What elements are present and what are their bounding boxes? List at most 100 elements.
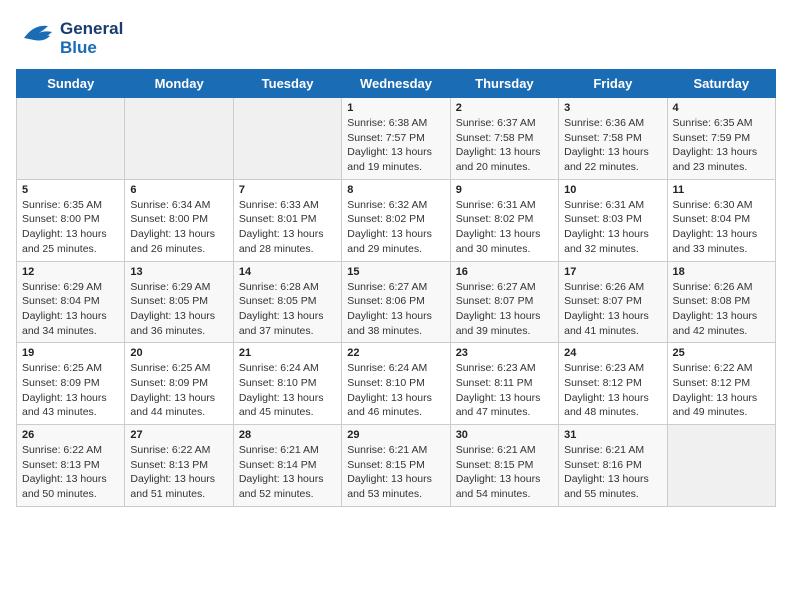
day-number: 20 [130, 347, 227, 359]
day-number: 5 [22, 184, 119, 196]
day-number: 9 [456, 184, 553, 196]
day-info: Sunrise: 6:21 AM Sunset: 8:15 PM Dayligh… [456, 443, 553, 502]
col-sunday: Sunday [17, 70, 125, 98]
calendar-header: Sunday Monday Tuesday Wednesday Thursday… [17, 70, 776, 98]
calendar-cell [125, 98, 233, 180]
calendar-cell: 28 Sunrise: 6:21 AM Sunset: 8:14 PM Dayli… [233, 425, 341, 507]
day-info: Sunrise: 6:37 AM Sunset: 7:58 PM Dayligh… [456, 116, 553, 175]
calendar-cell: 24 Sunrise: 6:23 AM Sunset: 8:12 PM Dayli… [559, 343, 667, 425]
day-info: Sunrise: 6:21 AM Sunset: 8:15 PM Dayligh… [347, 443, 444, 502]
calendar-body: 1 Sunrise: 6:38 AM Sunset: 7:57 PM Daylig… [17, 98, 776, 507]
day-number: 14 [239, 266, 336, 278]
logo-text-blue: Blue [60, 39, 123, 58]
calendar-cell: 20 Sunrise: 6:25 AM Sunset: 8:09 PM Dayli… [125, 343, 233, 425]
logo-text-general: General [60, 20, 123, 39]
day-info: Sunrise: 6:23 AM Sunset: 8:12 PM Dayligh… [564, 361, 661, 420]
logo-icon [16, 16, 56, 56]
day-info: Sunrise: 6:28 AM Sunset: 8:05 PM Dayligh… [239, 280, 336, 339]
calendar-cell [233, 98, 341, 180]
logo: General Blue [16, 16, 123, 61]
calendar-cell: 19Sunrise: 6:25 AM Sunset: 8:09 PM Dayli… [17, 343, 125, 425]
day-info: Sunrise: 6:26 AM Sunset: 8:07 PM Dayligh… [564, 280, 661, 339]
col-tuesday: Tuesday [233, 70, 341, 98]
col-wednesday: Wednesday [342, 70, 450, 98]
day-info: Sunrise: 6:29 AM Sunset: 8:05 PM Dayligh… [130, 280, 227, 339]
col-monday: Monday [125, 70, 233, 98]
calendar-cell: 9 Sunrise: 6:31 AM Sunset: 8:02 PM Daylig… [450, 179, 558, 261]
day-info: Sunrise: 6:24 AM Sunset: 8:10 PM Dayligh… [347, 361, 444, 420]
calendar-table: Sunday Monday Tuesday Wednesday Thursday… [16, 69, 776, 507]
day-info: Sunrise: 6:30 AM Sunset: 8:04 PM Dayligh… [673, 198, 770, 257]
day-info: Sunrise: 6:22 AM Sunset: 8:13 PM Dayligh… [22, 443, 119, 502]
calendar-cell [17, 98, 125, 180]
day-number: 18 [673, 266, 770, 278]
day-number: 30 [456, 429, 553, 441]
day-number: 29 [347, 429, 444, 441]
calendar-cell: 22Sunrise: 6:24 AM Sunset: 8:10 PM Dayli… [342, 343, 450, 425]
calendar-cell: 25Sunrise: 6:22 AM Sunset: 8:12 PM Dayli… [667, 343, 775, 425]
week-row-3: 12 Sunrise: 6:29 AM Sunset: 8:04 PM Dayli… [17, 261, 776, 343]
calendar-cell: 11 Sunrise: 6:30 AM Sunset: 8:04 PM Dayli… [667, 179, 775, 261]
calendar-cell: 23 Sunrise: 6:23 AM Sunset: 8:11 PM Dayli… [450, 343, 558, 425]
day-number: 1 [347, 102, 444, 114]
calendar-cell: 18 Sunrise: 6:26 AM Sunset: 8:08 PM Dayli… [667, 261, 775, 343]
day-info: Sunrise: 6:34 AM Sunset: 8:00 PM Dayligh… [130, 198, 227, 257]
calendar-cell: 12 Sunrise: 6:29 AM Sunset: 8:04 PM Dayli… [17, 261, 125, 343]
day-info: Sunrise: 6:36 AM Sunset: 7:58 PM Dayligh… [564, 116, 661, 175]
calendar-cell: 8 Sunrise: 6:32 AM Sunset: 8:02 PM Daylig… [342, 179, 450, 261]
day-info: Sunrise: 6:35 AM Sunset: 8:00 PM Dayligh… [22, 198, 119, 257]
calendar-cell: 15Sunrise: 6:27 AM Sunset: 8:06 PM Dayli… [342, 261, 450, 343]
week-row-4: 19Sunrise: 6:25 AM Sunset: 8:09 PM Dayli… [17, 343, 776, 425]
calendar-cell: 17Sunrise: 6:26 AM Sunset: 8:07 PM Dayli… [559, 261, 667, 343]
day-number: 3 [564, 102, 661, 114]
week-row-2: 5 Sunrise: 6:35 AM Sunset: 8:00 PM Daylig… [17, 179, 776, 261]
day-number: 23 [456, 347, 553, 359]
day-number: 21 [239, 347, 336, 359]
header-row: Sunday Monday Tuesday Wednesday Thursday… [17, 70, 776, 98]
day-info: Sunrise: 6:25 AM Sunset: 8:09 PM Dayligh… [22, 361, 119, 420]
day-info: Sunrise: 6:29 AM Sunset: 8:04 PM Dayligh… [22, 280, 119, 339]
day-number: 24 [564, 347, 661, 359]
calendar-cell: 21 Sunrise: 6:24 AM Sunset: 8:10 PM Dayli… [233, 343, 341, 425]
calendar-cell: 10Sunrise: 6:31 AM Sunset: 8:03 PM Dayli… [559, 179, 667, 261]
day-number: 16 [456, 266, 553, 278]
day-number: 26 [22, 429, 119, 441]
day-number: 2 [456, 102, 553, 114]
day-number: 4 [673, 102, 770, 114]
day-number: 28 [239, 429, 336, 441]
day-info: Sunrise: 6:24 AM Sunset: 8:10 PM Dayligh… [239, 361, 336, 420]
day-number: 7 [239, 184, 336, 196]
day-number: 12 [22, 266, 119, 278]
calendar-cell: 6Sunrise: 6:34 AM Sunset: 8:00 PM Daylig… [125, 179, 233, 261]
day-info: Sunrise: 6:32 AM Sunset: 8:02 PM Dayligh… [347, 198, 444, 257]
day-number: 10 [564, 184, 661, 196]
calendar-cell: 27 Sunrise: 6:22 AM Sunset: 8:13 PM Dayli… [125, 425, 233, 507]
col-saturday: Saturday [667, 70, 775, 98]
calendar-cell: 16Sunrise: 6:27 AM Sunset: 8:07 PM Dayli… [450, 261, 558, 343]
day-info: Sunrise: 6:33 AM Sunset: 8:01 PM Dayligh… [239, 198, 336, 257]
calendar-cell: 4 Sunrise: 6:35 AM Sunset: 7:59 PM Daylig… [667, 98, 775, 180]
day-info: Sunrise: 6:25 AM Sunset: 8:09 PM Dayligh… [130, 361, 227, 420]
day-number: 11 [673, 184, 770, 196]
day-number: 15 [347, 266, 444, 278]
week-row-1: 1 Sunrise: 6:38 AM Sunset: 7:57 PM Daylig… [17, 98, 776, 180]
calendar-cell: 29 Sunrise: 6:21 AM Sunset: 8:15 PM Dayli… [342, 425, 450, 507]
day-info: Sunrise: 6:31 AM Sunset: 8:02 PM Dayligh… [456, 198, 553, 257]
calendar-cell [667, 425, 775, 507]
calendar-cell: 13Sunrise: 6:29 AM Sunset: 8:05 PM Dayli… [125, 261, 233, 343]
day-info: Sunrise: 6:21 AM Sunset: 8:14 PM Dayligh… [239, 443, 336, 502]
calendar-cell: 3 Sunrise: 6:36 AM Sunset: 7:58 PM Daylig… [559, 98, 667, 180]
col-thursday: Thursday [450, 70, 558, 98]
day-number: 27 [130, 429, 227, 441]
day-info: Sunrise: 6:22 AM Sunset: 8:13 PM Dayligh… [130, 443, 227, 502]
day-info: Sunrise: 6:26 AM Sunset: 8:08 PM Dayligh… [673, 280, 770, 339]
day-info: Sunrise: 6:23 AM Sunset: 8:11 PM Dayligh… [456, 361, 553, 420]
calendar-cell: 1 Sunrise: 6:38 AM Sunset: 7:57 PM Daylig… [342, 98, 450, 180]
day-number: 8 [347, 184, 444, 196]
day-info: Sunrise: 6:38 AM Sunset: 7:57 PM Dayligh… [347, 116, 444, 175]
calendar-cell: 14 Sunrise: 6:28 AM Sunset: 8:05 PM Dayli… [233, 261, 341, 343]
calendar-cell: 5 Sunrise: 6:35 AM Sunset: 8:00 PM Daylig… [17, 179, 125, 261]
day-info: Sunrise: 6:35 AM Sunset: 7:59 PM Dayligh… [673, 116, 770, 175]
calendar-cell: 31Sunrise: 6:21 AM Sunset: 8:16 PM Dayli… [559, 425, 667, 507]
day-number: 25 [673, 347, 770, 359]
